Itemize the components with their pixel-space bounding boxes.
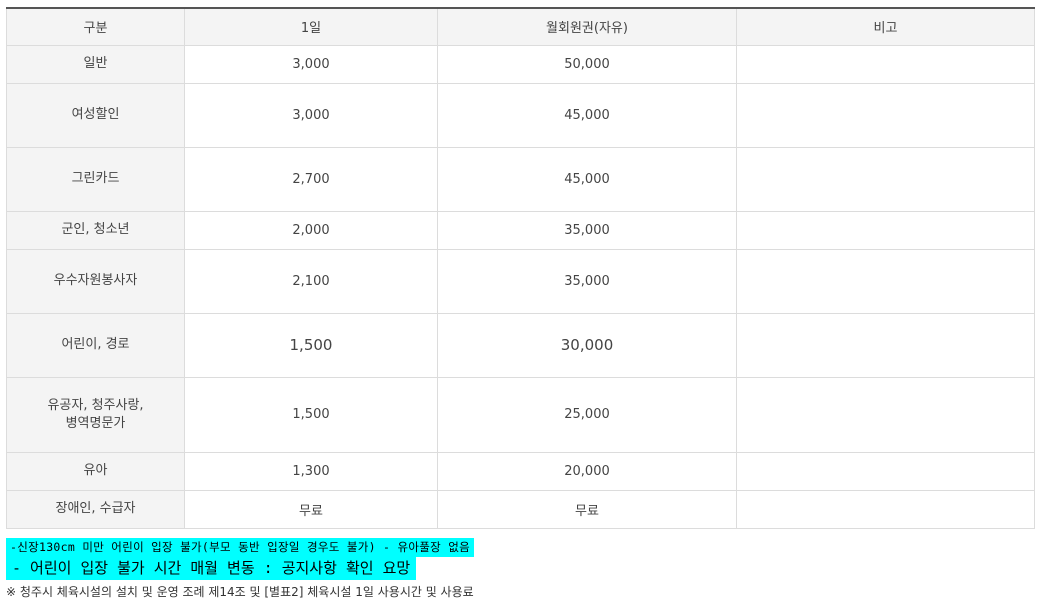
row-daily-fee: 2,100 xyxy=(184,248,438,314)
table-row: 장애인, 수급자 무료 무료 xyxy=(6,489,1035,529)
row-monthly-fee: 25,000 xyxy=(437,376,737,453)
row-category: 그린카드 xyxy=(6,146,185,212)
row-daily-fee: 2,000 xyxy=(184,210,438,250)
row-category-line: 유공자, 청주사랑, xyxy=(47,397,144,413)
row-daily-fee: 무료 xyxy=(184,489,438,529)
row-monthly-fee: 45,000 xyxy=(437,82,737,148)
row-daily-fee: 3,000 xyxy=(184,44,438,84)
row-remarks xyxy=(736,312,1035,378)
row-remarks xyxy=(736,376,1035,453)
table-row: 우수자원봉사자 2,100 35,000 xyxy=(6,248,1035,314)
table-row: 유아 1,300 20,000 xyxy=(6,451,1035,491)
row-category: 유아 xyxy=(6,451,185,491)
row-category: 여성할인 xyxy=(6,82,185,148)
row-remarks xyxy=(736,248,1035,314)
row-monthly-fee: 무료 xyxy=(437,489,737,529)
row-category: 어린이, 경로 xyxy=(6,312,185,378)
row-daily-fee: 1,300 xyxy=(184,451,438,491)
row-remarks xyxy=(736,44,1035,84)
row-remarks xyxy=(736,146,1035,212)
row-daily-fee: 2,700 xyxy=(184,146,438,212)
row-category: 우수자원봉사자 xyxy=(6,248,185,314)
row-remarks xyxy=(736,210,1035,250)
row-daily-fee: 1,500 xyxy=(184,312,438,378)
notes-block: -신장130cm 미만 어린이 입장 불가(부모 동반 입장일 경우도 불가) … xyxy=(6,536,474,580)
header-monthly: 월회원권(자유) xyxy=(437,7,737,46)
child-entry-time-notice: - 어린이 입장 불가 시간 매월 변동 : 공지사항 확인 요망 xyxy=(6,557,417,580)
row-monthly-fee: 50,000 xyxy=(437,44,737,84)
row-category: 일반 xyxy=(6,44,185,84)
table-row: 어린이, 경로 1,500 30,000 xyxy=(6,312,1035,378)
height-restriction-notice: -신장130cm 미만 어린이 입장 불가(부모 동반 입장일 경우도 불가) … xyxy=(6,538,474,557)
row-monthly-fee: 35,000 xyxy=(437,248,737,314)
row-remarks xyxy=(736,451,1035,491)
row-remarks xyxy=(736,82,1035,148)
table-row: 그린카드 2,700 45,000 xyxy=(6,146,1035,212)
row-monthly-fee: 30,000 xyxy=(437,312,737,378)
table-row: 일반 3,000 50,000 xyxy=(6,44,1035,84)
row-category-line: 병역명문가 xyxy=(65,415,126,431)
header-remarks: 비고 xyxy=(736,7,1035,46)
ordinance-footnote: ※ 청주시 체육시설의 설치 및 운영 조례 제14조 및 [별표2] 체육시설… xyxy=(6,585,474,599)
row-category: 장애인, 수급자 xyxy=(6,489,185,529)
row-remarks xyxy=(736,489,1035,529)
row-monthly-fee: 35,000 xyxy=(437,210,737,250)
fee-table: 구분 1일 월회원권(자유) 비고 일반 3,000 50,000 여성할인 3… xyxy=(6,7,1035,529)
header-daily: 1일 xyxy=(184,7,438,46)
table-row: 군인, 청소년 2,000 35,000 xyxy=(6,210,1035,250)
table-row: 유공자, 청주사랑, 병역명문가 1,500 25,000 xyxy=(6,376,1035,453)
row-daily-fee: 3,000 xyxy=(184,82,438,148)
row-monthly-fee: 45,000 xyxy=(437,146,737,212)
table-row: 여성할인 3,000 45,000 xyxy=(6,82,1035,148)
row-category: 군인, 청소년 xyxy=(6,210,185,250)
row-category: 유공자, 청주사랑, 병역명문가 xyxy=(6,376,185,453)
row-daily-fee: 1,500 xyxy=(184,376,438,453)
row-monthly-fee: 20,000 xyxy=(437,451,737,491)
header-category: 구분 xyxy=(6,7,185,46)
table-header-row: 구분 1일 월회원권(자유) 비고 xyxy=(6,7,1035,46)
